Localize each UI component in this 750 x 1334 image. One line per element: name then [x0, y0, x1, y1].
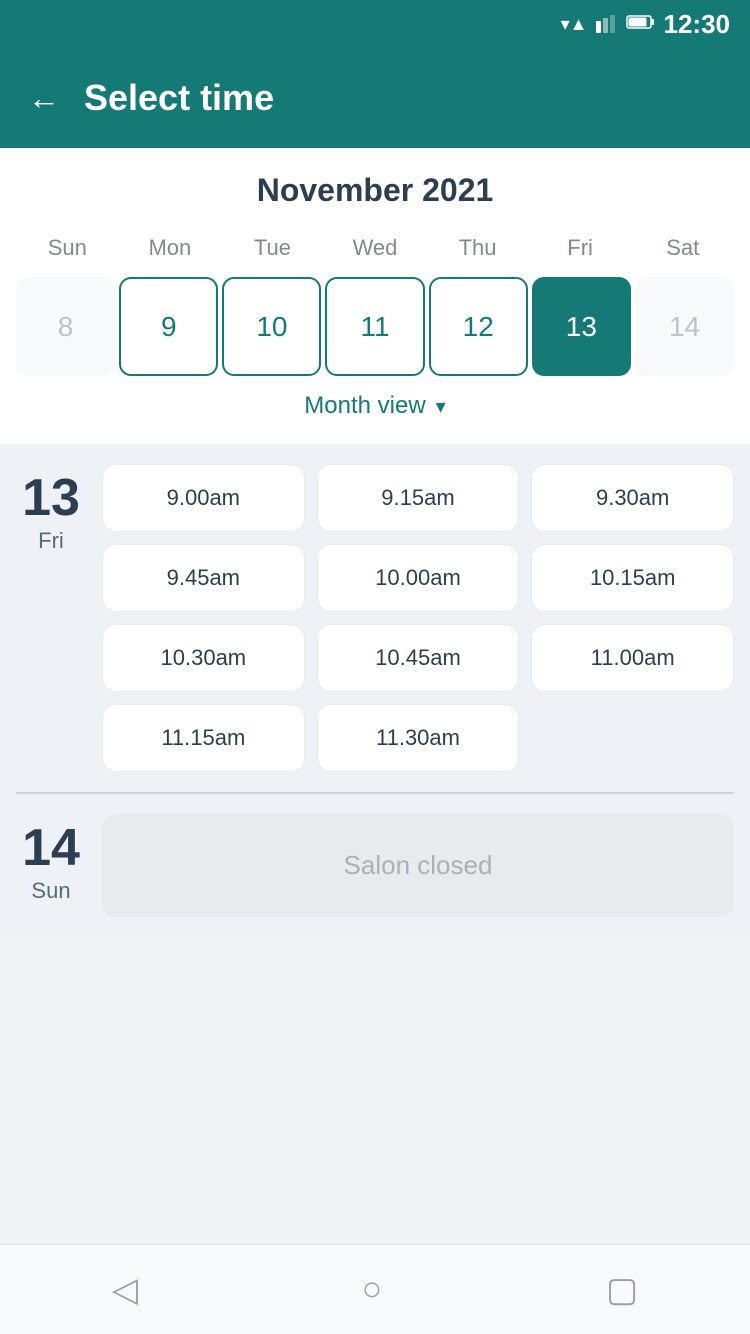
- day-13-number: 13: [22, 472, 80, 524]
- date-14[interactable]: 14: [635, 277, 734, 376]
- slot-1000am[interactable]: 10.00am: [317, 544, 520, 612]
- nav-home-icon[interactable]: ○: [362, 1270, 383, 1309]
- slot-945am[interactable]: 9.45am: [102, 544, 305, 612]
- day-header-thu: Thu: [426, 229, 529, 267]
- day-header-sun: Sun: [16, 229, 119, 267]
- day-13-name: Fri: [38, 528, 64, 554]
- slot-1015am[interactable]: 10.15am: [531, 544, 734, 612]
- signal-icon: [596, 11, 618, 38]
- status-time: 12:30: [664, 9, 731, 40]
- month-year: November 2021: [16, 172, 734, 209]
- day-header-mon: Mon: [119, 229, 222, 267]
- bottom-nav: ◁ ○ ▢: [0, 1244, 750, 1334]
- day-14-name: Sun: [31, 878, 70, 904]
- calendar-section: November 2021 Sun Mon Tue Wed Thu Fri Sa…: [0, 148, 750, 444]
- timeslots-section: 13 Fri 9.00am 9.15am 9.30am 9.45am 10.00…: [0, 444, 750, 937]
- date-11[interactable]: 11: [325, 277, 424, 376]
- page-title: Select time: [84, 77, 274, 119]
- date-10[interactable]: 10: [222, 277, 321, 376]
- day-13-block: 13 Fri 9.00am 9.15am 9.30am 9.45am 10.00…: [16, 464, 734, 772]
- date-row: 8 9 10 11 12 13 14: [16, 277, 734, 376]
- header: ← Select time: [0, 48, 750, 148]
- wifi-icon: ▾▲: [561, 14, 588, 35]
- battery-icon: [626, 13, 656, 36]
- date-13[interactable]: 13: [532, 277, 631, 376]
- status-bar: ▾▲ 12:30: [0, 0, 750, 48]
- month-view-label: Month view: [304, 392, 425, 420]
- slot-915am[interactable]: 9.15am: [317, 464, 520, 532]
- status-icons: ▾▲ 12:30: [561, 9, 730, 40]
- chevron-down-icon: ▾: [436, 394, 446, 419]
- day-header-wed: Wed: [324, 229, 427, 267]
- date-12[interactable]: 12: [429, 277, 528, 376]
- day-13-slots-grid: 9.00am 9.15am 9.30am 9.45am 10.00am 10.1…: [102, 464, 734, 772]
- slot-1130am[interactable]: 11.30am: [317, 704, 520, 772]
- day-14-label: 14 Sun: [16, 814, 86, 917]
- slot-1115am[interactable]: 11.15am: [102, 704, 305, 772]
- day-headers: Sun Mon Tue Wed Thu Fri Sat: [16, 229, 734, 267]
- back-button[interactable]: ←: [28, 80, 60, 117]
- date-9[interactable]: 9: [119, 277, 218, 376]
- slot-1045am[interactable]: 10.45am: [317, 624, 520, 692]
- day-header-sat: Sat: [631, 229, 734, 267]
- nav-recent-icon[interactable]: ▢: [606, 1270, 638, 1310]
- slot-1030am[interactable]: 10.30am: [102, 624, 305, 692]
- day-header-tue: Tue: [221, 229, 324, 267]
- date-8[interactable]: 8: [16, 277, 115, 376]
- day-14-number: 14: [22, 822, 80, 874]
- salon-closed-message: Salon closed: [102, 814, 734, 917]
- nav-back-icon[interactable]: ◁: [112, 1270, 138, 1310]
- slot-930am[interactable]: 9.30am: [531, 464, 734, 532]
- section-divider: [16, 792, 734, 794]
- slot-900am[interactable]: 9.00am: [102, 464, 305, 532]
- month-view-toggle[interactable]: Month view ▾: [16, 392, 734, 428]
- day-header-fri: Fri: [529, 229, 632, 267]
- day-13-label: 13 Fri: [16, 464, 86, 772]
- slot-1100am[interactable]: 11.00am: [531, 624, 734, 692]
- day-14-block: 14 Sun Salon closed: [16, 814, 734, 917]
